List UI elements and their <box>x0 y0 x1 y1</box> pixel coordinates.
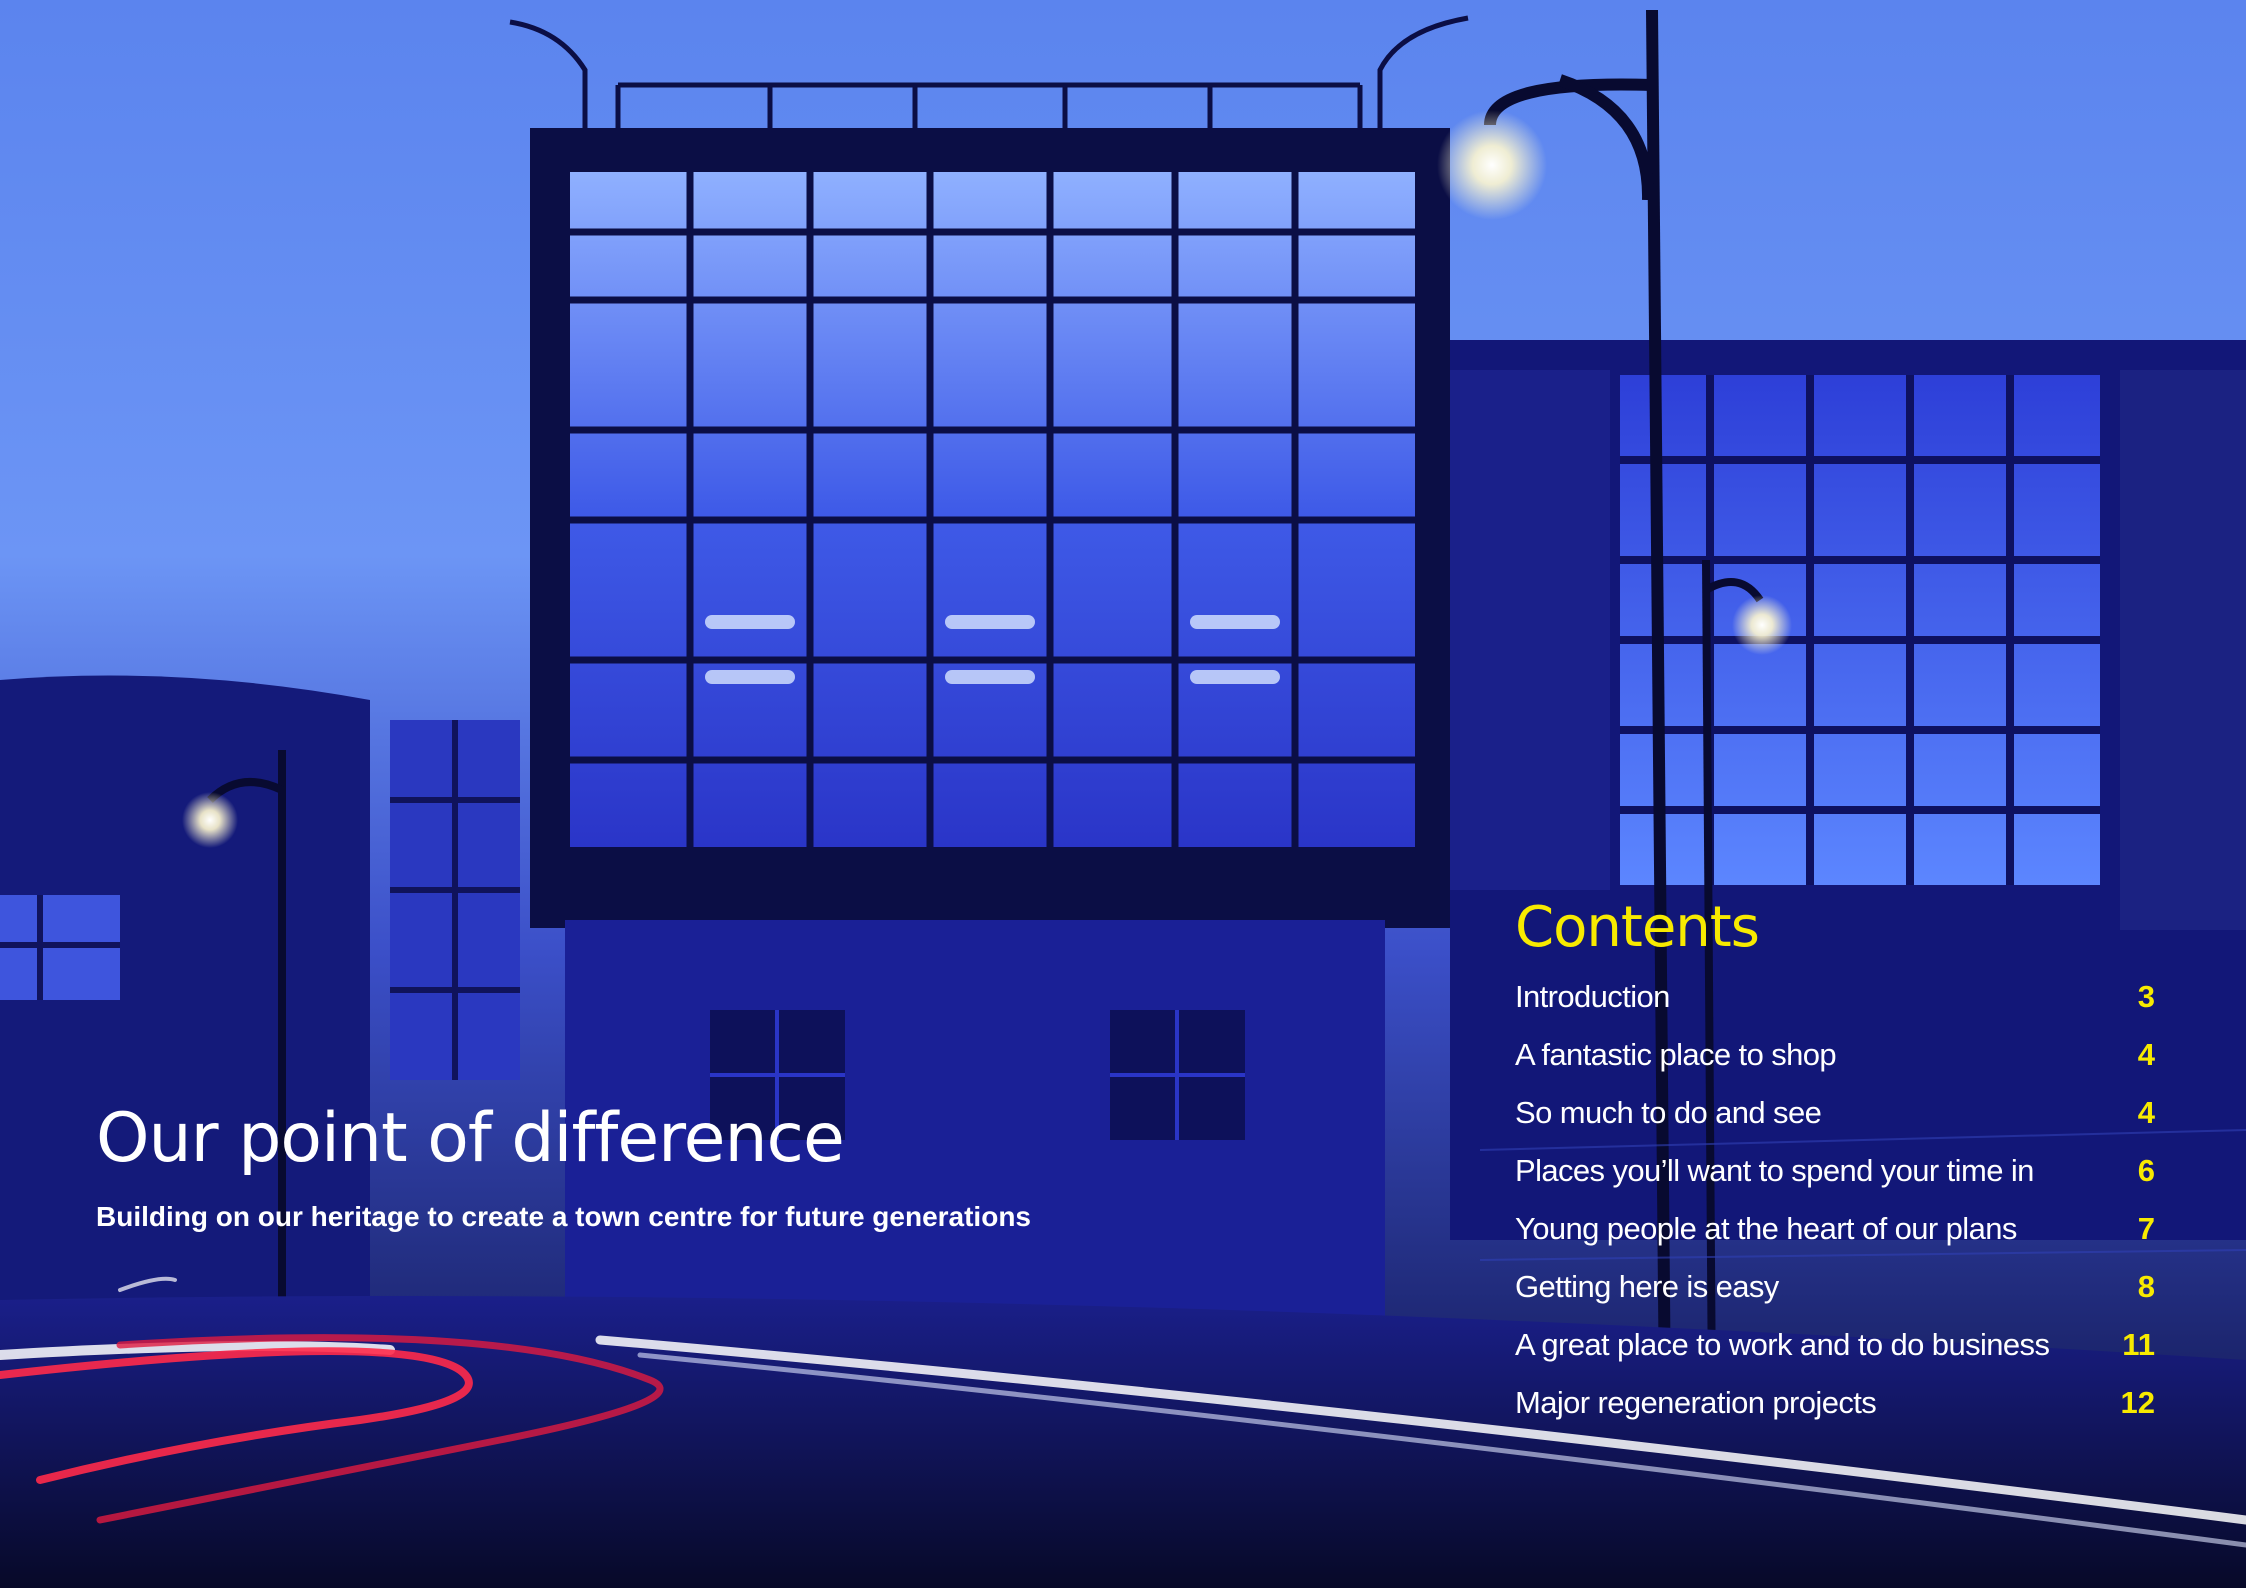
toc-item-label: Major regeneration projects <box>1515 1385 1877 1420</box>
toc-item-work-business[interactable]: A great place to work and to do business… <box>1515 1316 2155 1374</box>
toc-item-label: Getting here is easy <box>1515 1269 1779 1304</box>
toc-item-do-and-see[interactable]: So much to do and see 4 <box>1515 1084 2155 1142</box>
toc-list: Introduction 3 A fantastic place to shop… <box>1515 968 2155 1432</box>
toc-page-number: 11 <box>2122 1327 2155 1362</box>
table-of-contents: Contents Introduction 3 A fantastic plac… <box>1515 900 2155 1432</box>
toc-item-getting-here[interactable]: Getting here is easy 8 <box>1515 1258 2155 1316</box>
toc-page-number: 12 <box>2120 1385 2155 1420</box>
toc-item-regeneration[interactable]: Major regeneration projects 12 <box>1515 1374 2155 1432</box>
toc-item-shop[interactable]: A fantastic place to shop 4 <box>1515 1026 2155 1084</box>
contents-heading: Contents <box>1515 895 1760 960</box>
toc-item-introduction[interactable]: Introduction 3 <box>1515 968 2155 1026</box>
page-title: Our point of difference <box>96 1099 845 1178</box>
page-subtitle: Building on our heritage to create a tow… <box>96 1201 1031 1232</box>
toc-item-young-people[interactable]: Young people at the heart of our plans 7 <box>1515 1200 2155 1258</box>
toc-item-label: Introduction <box>1515 979 1670 1014</box>
toc-page-number: 8 <box>2137 1269 2155 1304</box>
toc-page-number: 6 <box>2137 1153 2155 1188</box>
toc-item-label: A fantastic place to shop <box>1515 1037 1837 1072</box>
toc-page-number: 4 <box>2137 1095 2155 1130</box>
toc-item-label: A great place to work and to do business <box>1515 1327 2050 1362</box>
toc-page-number: 4 <box>2137 1037 2155 1072</box>
toc-item-places[interactable]: Places you’ll want to spend your time in… <box>1515 1142 2155 1200</box>
toc-item-label: Young people at the heart of our plans <box>1515 1211 2017 1246</box>
toc-item-label: So much to do and see <box>1515 1095 1822 1130</box>
toc-page-number: 7 <box>2137 1211 2155 1246</box>
toc-page-number: 3 <box>2137 979 2155 1014</box>
toc-item-label: Places you’ll want to spend your time in <box>1515 1153 2034 1188</box>
